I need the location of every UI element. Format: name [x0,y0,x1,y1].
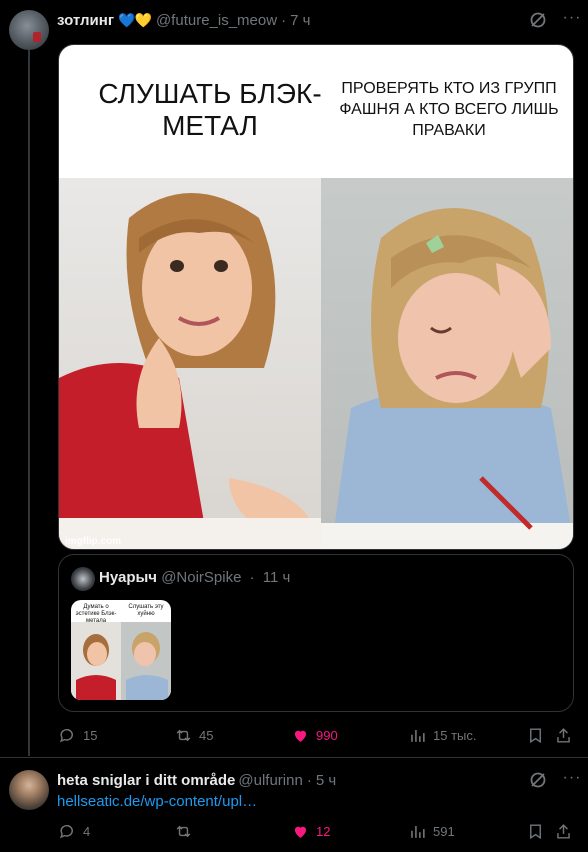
quote-header: Нуарыч @NoirSpike · 11 ч [99,569,290,586]
post-header: зотлинг 💙💛 @future_is_meow · 7 ч [57,10,574,30]
bookmark-button[interactable] [526,822,545,841]
watermark: imgflip.com [65,536,122,547]
views-button[interactable]: 15 тыс. [408,726,476,745]
reply-button[interactable]: 4 [58,822,90,841]
views-count: 591 [433,823,455,839]
repost-button[interactable] [174,822,199,841]
reply-count: 15 [83,727,98,743]
bookmark-icon [530,727,541,743]
blue-heart-icon: 💙 [118,11,135,28]
more-icon[interactable]: ··· [560,767,584,791]
thumb-illustration [71,622,171,700]
repost-icon [176,825,191,837]
like-count: 990 [316,727,338,743]
yellow-heart-icon: 💛 [134,11,152,28]
repost-count: 45 [199,727,214,743]
like-button[interactable]: 990 [291,726,338,745]
meme-panel-left: imgflip.com [59,178,321,549]
separator: · [249,569,255,586]
author-handle[interactable]: @future_is_meow [156,12,277,29]
quote-timestamp: 11 ч [262,569,291,586]
share-button[interactable] [554,822,573,841]
post[interactable]: зотлинг 💙💛 @future_is_meow · 7 ч ··· СЛУ… [0,0,588,757]
meme-image[interactable]: СЛУШАТЬ БЛЭК-МЕТАЛ ПРОВЕРЯТЬ КТО ИЗ ГРУП… [58,44,574,550]
share-icon [557,727,570,743]
more-icon[interactable]: ··· [560,7,584,31]
quote-author-handle: @NoirSpike [161,569,242,586]
separator: · [306,771,312,789]
meme-caption-left: СЛУШАТЬ БЛЭК-МЕТАЛ [98,78,322,141]
like-icon [294,826,307,838]
avatar[interactable] [9,10,49,50]
timestamp[interactable]: 5 ч [316,772,336,789]
views-button[interactable]: 591 [408,822,455,841]
like-icon [294,730,307,742]
meme-panel-right [321,178,573,549]
happy-girl-illustration [59,193,321,549]
quote-meme-thumbnail[interactable]: Думать о эстетике Блэк-метала Слушать эт… [71,600,171,700]
avatar[interactable] [9,770,49,810]
meme-caption-right: ПРОВЕРЯТЬ КТО ИЗ ГРУПП ФАШНЯ А КТО ВСЕГО… [339,80,559,139]
author-name[interactable]: зотлинг [57,12,114,29]
quote-author-name: Нуарыч [99,569,158,586]
quoted-post[interactable]: Нуарыч @NoirSpike · 11 ч Думать о эстети… [58,554,574,712]
post-actions: 4 12 591 [58,821,576,841]
like-button[interactable]: 12 [291,822,330,841]
views-count: 15 тыс. [433,727,477,743]
separator: · [281,11,287,29]
crying-girl-illustration [321,208,573,549]
post-actions: 15 45 990 15 тыс. [58,725,576,745]
author-name[interactable]: heta sniglar i ditt område [57,772,235,789]
reply-icon [60,824,73,838]
bookmark-button[interactable] [526,726,545,745]
quote-avatar [71,567,95,591]
post-header: heta sniglar i ditt område @ulfurinn · 5… [57,770,574,790]
views-icon [411,825,425,838]
author-emoji: 💙💛 [118,11,152,29]
author-handle[interactable]: @ulfurinn [238,772,302,789]
timestamp[interactable]: 7 ч [290,12,310,29]
reply-icon [60,728,73,742]
grok-icon[interactable] [528,770,548,790]
reply-count: 4 [83,823,91,839]
repost-button[interactable]: 45 [174,726,213,745]
reply-button[interactable]: 15 [58,726,97,745]
grok-icon[interactable] [528,10,548,30]
like-count: 12 [316,823,331,839]
post-link[interactable]: hellseatic.de/wp-content/upl… [57,793,257,810]
share-icon [557,823,570,839]
repost-icon [176,729,191,741]
bookmark-icon [530,823,541,839]
share-button[interactable] [554,726,573,745]
views-icon [411,729,425,742]
